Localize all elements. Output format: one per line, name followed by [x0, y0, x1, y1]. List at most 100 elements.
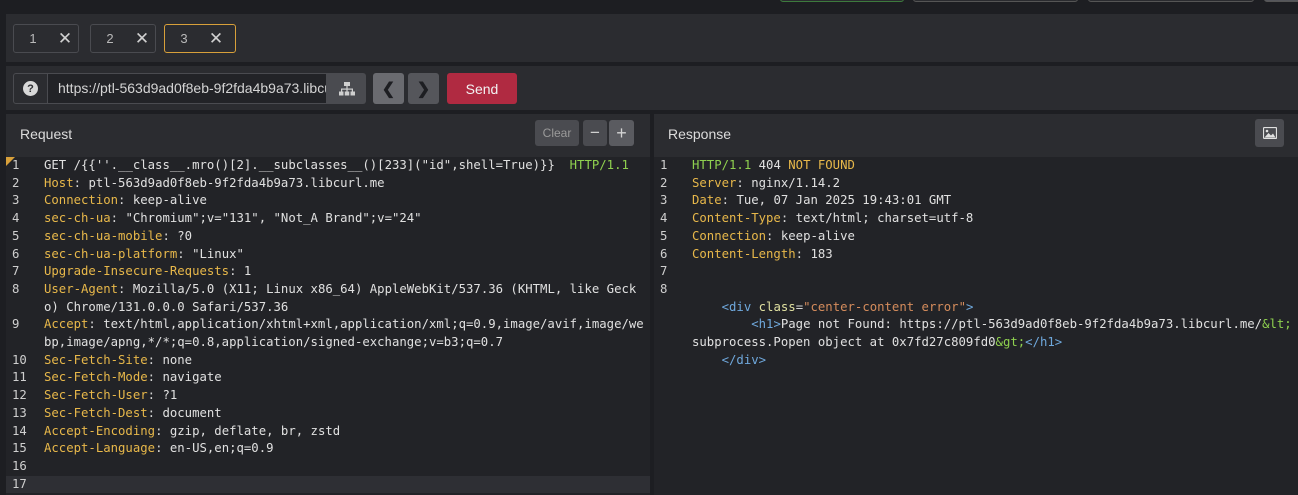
header-value: document — [162, 405, 222, 420]
html-attr-value: "center-content error" — [803, 299, 966, 314]
header-name: sec-ch-ua — [44, 211, 111, 226]
code-line: 3 Date: Tue, 07 Jan 2025 19:43:01 GMT — [654, 192, 1298, 210]
line-number: 10 — [12, 352, 27, 367]
top-button-3[interactable] — [1088, 0, 1254, 2]
line-number: 6 — [660, 246, 668, 261]
forward-button[interactable]: ❯ — [408, 73, 439, 104]
request-header: Request Clear − + — [6, 114, 650, 154]
line-number: 7 — [12, 264, 20, 279]
http-version: HTTP/1.1 — [569, 158, 629, 172]
network-icon — [338, 81, 355, 95]
line-content: Content-Length: 183 — [692, 246, 833, 261]
header-value: 1 — [243, 264, 252, 279]
line-number: 4 — [660, 211, 668, 226]
line-content: HTTP/1.1 404 NOT FOUND — [692, 157, 855, 175]
line-content: sec-ch-ua-mobile: ?0 — [44, 228, 193, 243]
code-line: 5 Connection: keep-alive — [654, 228, 1298, 246]
header-name: Sec-Fetch-Dest — [44, 405, 148, 420]
line-number: 8 — [12, 281, 20, 296]
line-number: 13 — [12, 405, 27, 420]
zoom-in-button[interactable]: + — [609, 120, 634, 146]
code-line: 2 Server: nginx/1.14.2 — [654, 175, 1298, 193]
header-value: Tue, 07 Jan 2025 19:43:01 GMT — [736, 193, 952, 208]
line-number: 15 — [12, 441, 27, 456]
line-number: 6 — [12, 246, 20, 261]
line-number: 5 — [12, 228, 20, 243]
tab-1[interactable]: 1 ✕ — [13, 24, 79, 53]
line-content: Accept-Language: en-US,en;q=0.9 — [44, 441, 274, 456]
line-content: Content-Type: text/html; charset=utf-8 — [692, 211, 974, 226]
header-value: ptl-563d9ad0f8eb-9f2fda4b9a73.libcurl.me — [88, 175, 385, 190]
code-line: 8 User-Agent: Mozilla/5.0 (X11; Linux x86… — [6, 281, 650, 316]
header-name: Accept-Encoding — [44, 423, 156, 438]
header-name: Server — [692, 175, 737, 190]
header-value: keep-alive — [780, 228, 855, 243]
network-button[interactable] — [327, 73, 366, 104]
line-content: sec-ch-ua-platform: "Linux" — [44, 246, 244, 261]
code-line: 4 sec-ch-ua: "Chromium";v="131", "Not_A B… — [6, 210, 650, 228]
request-editor[interactable]: 1 GET /{{''.__class__.mro()[2].__subclass… — [6, 157, 650, 495]
line-number: 1 — [660, 158, 668, 172]
tab-3[interactable]: 3 ✕ — [164, 24, 236, 53]
close-icon[interactable]: ✕ — [129, 29, 155, 49]
code-line: 15 Accept-Language: en-US,en;q=0.9 — [6, 440, 650, 458]
line-number: 2 — [12, 175, 20, 190]
line-content: Date: Tue, 07 Jan 2025 19:43:01 GMT — [692, 193, 952, 208]
clear-button[interactable]: Clear — [535, 120, 579, 146]
code-line: 2 Host: ptl-563d9ad0f8eb-9f2fda4b9a73.lib… — [6, 175, 650, 193]
body-text: subprocess.Popen object at 0x7fd27c809fd… — [692, 335, 996, 350]
line-number: 4 — [12, 211, 20, 226]
code-line: 7 — [654, 263, 1298, 281]
html-tag: <h1> — [751, 317, 781, 332]
panel-title: Response — [668, 126, 732, 142]
http-method: GET — [44, 158, 67, 172]
top-strip — [0, 0, 1298, 12]
render-image-button[interactable] — [1255, 119, 1284, 147]
line-number: 14 — [12, 423, 27, 438]
html-tag: > — [965, 299, 974, 314]
header-name: Sec-Fetch-Site — [44, 352, 148, 367]
header-value: text/html; charset=utf-8 — [795, 211, 974, 226]
code-line: 8 <div class="center-content error"> <h1… — [654, 281, 1298, 370]
line-content: Accept-Encoding: gzip, deflate, br, zstd — [44, 423, 341, 438]
tab-2[interactable]: 2 ✕ — [90, 24, 156, 53]
code-line: 6 sec-ch-ua-platform: "Linux" — [6, 246, 650, 264]
code-line: 1 HTTP/1.1 404 NOT FOUND — [654, 157, 1298, 175]
line-number: 12 — [12, 388, 27, 403]
line-content: Sec-Fetch-Site: none — [44, 352, 193, 367]
code-line: 16 — [6, 458, 650, 476]
zoom-out-button[interactable]: − — [583, 120, 607, 146]
header-value: nginx/1.14.2 — [751, 175, 841, 190]
response-editor[interactable]: 1 HTTP/1.1 404 NOT FOUND 2 Server: nginx/1.… — [654, 157, 1298, 495]
top-button-4[interactable] — [1264, 0, 1298, 2]
line-number: 2 — [660, 175, 668, 190]
html-entity: &lt; — [1262, 317, 1292, 332]
back-button[interactable]: ❮ — [373, 73, 404, 104]
close-icon[interactable]: ✕ — [203, 29, 229, 49]
line-content: Connection: keep-alive — [44, 193, 207, 208]
header-name: Connection — [692, 228, 767, 243]
header-name: Accept-Language — [44, 441, 156, 456]
close-icon[interactable]: ✕ — [52, 29, 78, 49]
line-content: Sec-Fetch-Mode: navigate — [44, 370, 222, 385]
send-button[interactable]: Send — [447, 73, 517, 104]
code-line: 11 Sec-Fetch-Mode: navigate — [6, 369, 650, 387]
url-input[interactable]: https://ptl-563d9ad0f8eb-9f2fda4b9a73.li… — [47, 73, 327, 104]
line-number: 3 — [660, 193, 668, 208]
line-content: Host: ptl-563d9ad0f8eb-9f2fda4b9a73.libc… — [44, 175, 385, 190]
top-button-2[interactable] — [913, 0, 1078, 2]
help-button[interactable]: ? — [13, 73, 48, 104]
header-value: ?1 — [162, 388, 178, 403]
header-name: Sec-Fetch-User — [44, 388, 148, 403]
header-value: "Chromium";v="131", "Not_A Brand";v="24" — [125, 211, 422, 226]
header-value: navigate — [162, 370, 222, 385]
line-number: 8 — [660, 281, 668, 296]
header-name: Accept — [44, 317, 89, 332]
line-content: Connection: keep-alive — [692, 228, 855, 243]
tab-label: 3 — [180, 31, 188, 46]
top-button-1[interactable] — [780, 0, 904, 2]
header-name: sec-ch-ua-mobile — [44, 228, 163, 243]
code-line: 3 Connection: keep-alive — [6, 192, 650, 210]
code-line: 9 Accept: text/html,application/xhtml+xml… — [6, 316, 650, 351]
header-name: Connection — [44, 193, 119, 208]
